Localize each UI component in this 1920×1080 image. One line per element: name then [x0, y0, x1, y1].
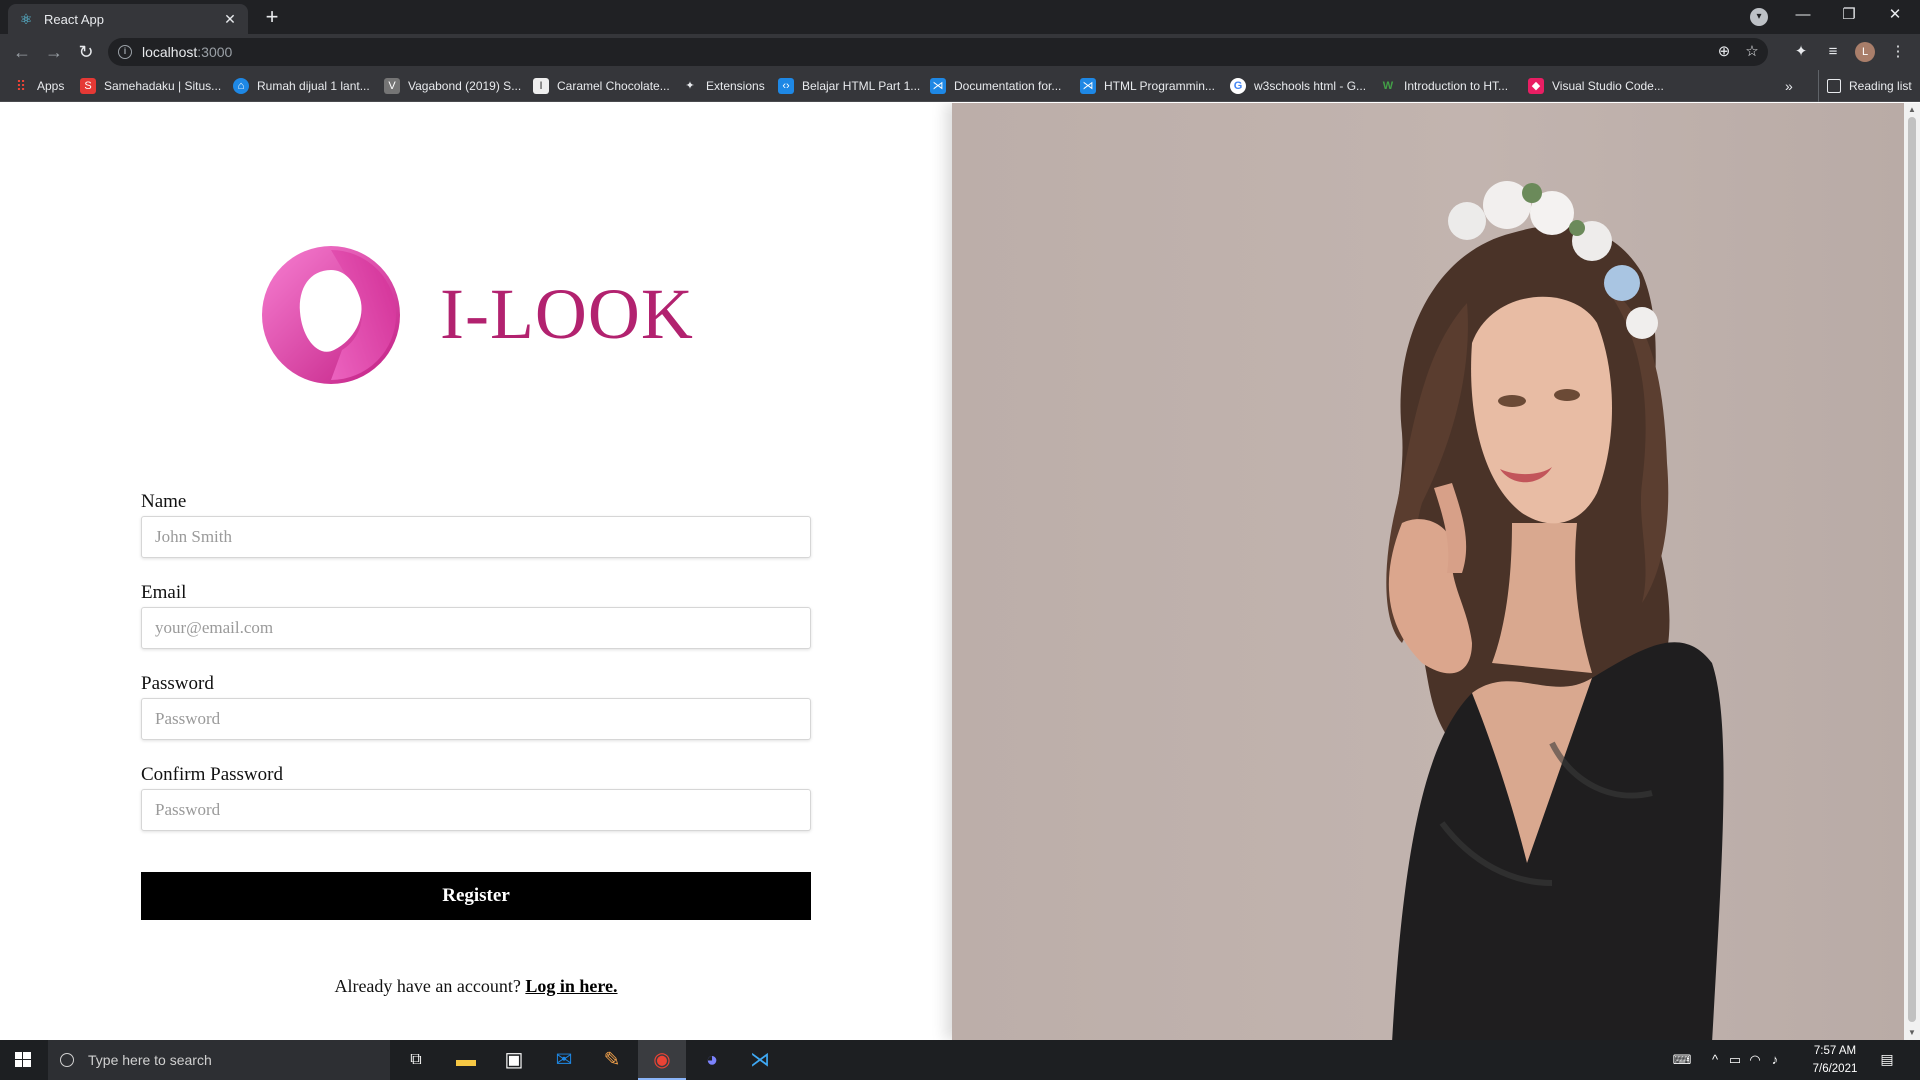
taskbar-search-placeholder: Type here to search: [88, 1052, 212, 1068]
notification-icon[interactable]: ▤: [1876, 1048, 1898, 1070]
email-input[interactable]: [141, 607, 811, 649]
bookmark-documentation[interactable]: ⋊ Documentation for...: [930, 70, 1061, 102]
web-page: I-LOOK Name Email Password Confirm Passw…: [0, 103, 1904, 1040]
doc-icon: I: [533, 78, 549, 94]
profile-avatar[interactable]: L: [1855, 42, 1875, 62]
name-input[interactable]: [141, 516, 811, 558]
more-bookmarks-button[interactable]: »: [1785, 70, 1793, 102]
windows-start-icon[interactable]: [0, 1040, 46, 1080]
store-icon[interactable]: ▣: [490, 1040, 538, 1080]
name-label: Name: [141, 491, 187, 512]
code-icon: ‹›: [778, 78, 794, 94]
discord-icon[interactable]: ◕: [688, 1040, 736, 1080]
tab-search-icon[interactable]: ▾: [1750, 8, 1768, 26]
battery-icon[interactable]: ▭: [1726, 1040, 1744, 1080]
address-bar[interactable]: i localhost :3000 ⊕ ☆: [108, 38, 1768, 66]
bookmark-vagabond[interactable]: V Vagabond (2019) S...: [384, 70, 521, 102]
bookmarks-bar: ⠿ Apps S Samehadaku | Situs... ⌂ Rumah d…: [0, 70, 1920, 102]
extensions-puzzle-icon[interactable]: ✦: [1789, 40, 1813, 64]
task-view-icon[interactable]: ⧉: [392, 1040, 440, 1080]
close-tab-icon[interactable]: ✕: [222, 11, 238, 27]
close-window-button[interactable]: ✕: [1872, 0, 1918, 34]
bookmark-introduction[interactable]: W Introduction to HT...: [1380, 70, 1508, 102]
bookmark-html-programming[interactable]: ⋊ HTML Programmin...: [1080, 70, 1215, 102]
browser-tabstrip: ⚛ React App ✕ + ▾ — ❐ ✕: [0, 0, 1920, 34]
wifi-icon[interactable]: ◠: [1746, 1040, 1764, 1080]
bookmark-caramel[interactable]: I Caramel Chocolate...: [533, 70, 670, 102]
w3-icon: W: [1382, 80, 1394, 92]
zoom-icon[interactable]: ⊕: [1712, 38, 1736, 66]
taskbar-search[interactable]: Type here to search: [48, 1040, 390, 1080]
password-label: Password: [141, 673, 214, 694]
password-input[interactable]: [141, 698, 811, 740]
reading-list-icon: [1827, 79, 1841, 93]
email-label: Email: [141, 582, 187, 603]
forward-arrow-icon[interactable]: →: [42, 40, 66, 64]
vscode-icon: ⋊: [930, 78, 946, 94]
search-icon: [60, 1053, 74, 1067]
apps-grid-icon: ⠿: [15, 78, 27, 94]
samehadaku-icon: S: [80, 78, 96, 94]
puzzle-icon: ✦: [685, 80, 695, 92]
volume-icon[interactable]: ♪: [1766, 1040, 1784, 1080]
reading-list-button[interactable]: Reading list: [1818, 70, 1912, 102]
media-control-icon[interactable]: ≡: [1821, 40, 1845, 64]
hero-image-panel: [952, 103, 1904, 1040]
browser-toolbar: ← → ↻ i localhost :3000 ⊕ ☆ ✦ ≡ L ⋮: [0, 34, 1920, 70]
vagabond-icon: V: [384, 78, 400, 94]
bookmark-star-icon[interactable]: ☆: [1740, 38, 1764, 66]
taskbar-clock[interactable]: 7:57 AM 7/6/2021: [1800, 1042, 1870, 1078]
bookmark-samehadaku[interactable]: S Samehadaku | Situs...: [80, 70, 221, 102]
scroll-down-arrow-icon[interactable]: ▼: [1904, 1026, 1920, 1040]
url-port: :3000: [197, 44, 233, 60]
confirm-password-label: Confirm Password: [141, 764, 283, 785]
restore-button[interactable]: ❐: [1826, 0, 1872, 34]
bookmark-rumah[interactable]: ⌂ Rumah dijual 1 lant...: [233, 70, 370, 102]
keyboard-icon[interactable]: ⌨: [1668, 1040, 1696, 1080]
model-photo: [1386, 181, 1724, 1040]
register-button[interactable]: Register: [141, 872, 811, 920]
clock-date: 7/6/2021: [1812, 1063, 1858, 1075]
back-arrow-icon[interactable]: ←: [10, 40, 34, 64]
windows-taskbar: Type here to search ⧉ ▬ ▣ ✉ ✎ ◉ ◕ ⋊ ⌨ ^ …: [0, 1040, 1920, 1080]
url-host: localhost: [142, 44, 198, 60]
site-info-icon[interactable]: i: [118, 45, 132, 59]
login-prompt-text: Already have an account?: [334, 976, 521, 996]
paint-icon[interactable]: ✎: [588, 1040, 636, 1080]
ilook-logo: [262, 246, 400, 384]
bookmark-apps[interactable]: ⠿ Apps: [13, 70, 65, 102]
bookmark-belajar-html[interactable]: ‹› Belajar HTML Part 1...: [778, 70, 920, 102]
new-tab-button[interactable]: +: [260, 6, 284, 30]
bookmark-w3schools[interactable]: G w3schools html - G...: [1230, 70, 1366, 102]
confirm-password-input[interactable]: [141, 789, 811, 831]
menu-kebab-icon[interactable]: ⋮: [1886, 40, 1910, 64]
scroll-thumb[interactable]: [1908, 117, 1916, 1022]
browser-tab[interactable]: ⚛ React App ✕: [8, 4, 248, 34]
google-icon: G: [1230, 78, 1246, 94]
file-explorer-icon[interactable]: ▬: [442, 1040, 490, 1080]
tab-title: React App: [44, 11, 104, 27]
login-link[interactable]: Log in here.: [525, 976, 617, 996]
chrome-icon[interactable]: ◉: [638, 1040, 686, 1080]
page-scrollbar[interactable]: ▲ ▼: [1904, 103, 1920, 1040]
location-icon: ⌂: [233, 78, 249, 94]
register-form: Name Email Password Confirm Password: [141, 488, 811, 852]
bookmark-extensions[interactable]: ✦ Extensions: [682, 70, 764, 102]
minimize-button[interactable]: —: [1780, 0, 1826, 34]
show-hidden-icons-chevron-icon[interactable]: ^: [1706, 1040, 1724, 1080]
register-panel: I-LOOK Name Email Password Confirm Passw…: [0, 103, 952, 1040]
bookmark-vscode[interactable]: ◆ Visual Studio Code...: [1528, 70, 1664, 102]
brand-name: I-LOOK: [440, 274, 694, 354]
mail-icon[interactable]: ✉: [540, 1040, 588, 1080]
vscode-icon: ⋊: [1080, 78, 1096, 94]
react-icon: ⚛: [19, 11, 33, 27]
vscode-color-icon: ◆: [1528, 78, 1544, 94]
reload-icon[interactable]: ↻: [74, 40, 98, 64]
vscode-taskbar-icon[interactable]: ⋊: [736, 1040, 784, 1080]
clock-time: 7:57 AM: [1813, 1045, 1857, 1057]
login-prompt: Already have an account? Log in here.: [0, 976, 952, 997]
scroll-up-arrow-icon[interactable]: ▲: [1904, 103, 1920, 117]
